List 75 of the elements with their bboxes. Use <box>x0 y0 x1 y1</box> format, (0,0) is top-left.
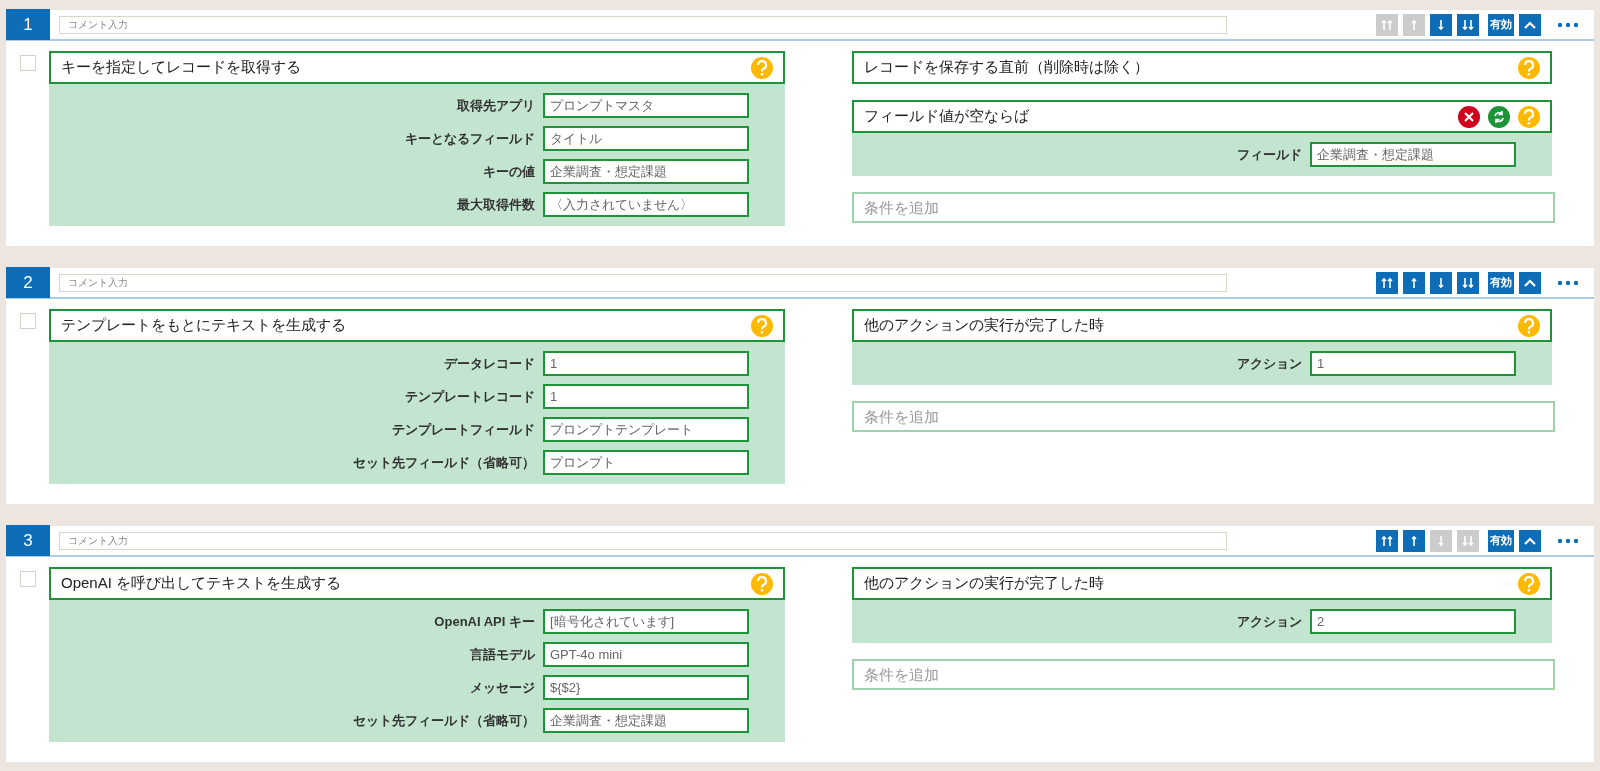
refresh-icon[interactable] <box>1488 105 1510 128</box>
block-number: 2 <box>6 267 50 298</box>
enabled-button[interactable]: 有効 <box>1488 13 1514 36</box>
action-title: キーを指定してレコードを取得する <box>61 57 301 78</box>
input-field[interactable]: 企業調査・想定課題 <box>543 159 749 184</box>
collapse-button[interactable] <box>1519 13 1541 36</box>
move-button[interactable] <box>1403 529 1425 552</box>
move-button[interactable] <box>1376 529 1398 552</box>
input-field[interactable]: プロンプトマスタ <box>543 93 749 118</box>
condition-header[interactable]: フィールド値が空ならば <box>852 100 1552 133</box>
field-label: セット先フィールド（省略可） <box>353 711 535 730</box>
input-field[interactable]: 2 <box>1310 609 1516 634</box>
add-condition-field[interactable]: 条件を追加 <box>852 659 1555 690</box>
move-button[interactable] <box>1457 271 1479 294</box>
move-button[interactable] <box>1430 271 1452 294</box>
checkbox[interactable] <box>20 55 36 71</box>
input-field[interactable]: [暗号化されています] <box>543 609 749 634</box>
delete-icon[interactable] <box>1458 105 1480 128</box>
comment-field[interactable]: コメント入力 <box>59 15 1227 34</box>
add-condition-field[interactable]: 条件を追加 <box>852 401 1555 432</box>
input-field[interactable]: ${$2} <box>543 675 749 700</box>
field-label: データレコード <box>444 354 535 373</box>
field-label: OpenAI API キー <box>434 612 535 631</box>
input-field[interactable]: プロンプトテンプレート <box>543 417 749 442</box>
field-label: キーとなるフィールド <box>405 129 535 148</box>
field-label: アクション <box>1237 354 1302 373</box>
field-label: キーの値 <box>483 162 535 181</box>
action-header[interactable]: キーを指定してレコードを取得する <box>49 51 785 84</box>
add-condition-field[interactable]: 条件を追加 <box>852 192 1555 223</box>
move-button[interactable] <box>1403 271 1425 294</box>
action-title: テンプレートをもとにテキストを生成する <box>61 315 346 336</box>
input-field[interactable]: 企業調査・想定課題 <box>543 708 749 733</box>
condition-header[interactable]: 他のアクションの実行が完了した時 <box>852 567 1552 600</box>
input-field[interactable]: GPT-4o mini <box>543 642 749 667</box>
block-number: 1 <box>6 9 50 40</box>
collapse-button[interactable] <box>1519 529 1541 552</box>
field-label: アクション <box>1237 612 1302 631</box>
enabled-button[interactable]: 有効 <box>1488 529 1514 552</box>
input-field[interactable]: 1 <box>543 384 749 409</box>
collapse-button[interactable] <box>1519 271 1541 294</box>
condition-title: 他のアクションの実行が完了した時 <box>864 573 1104 594</box>
field-label: メッセージ <box>470 678 535 697</box>
move-button[interactable] <box>1430 13 1452 36</box>
ellipsis-icon <box>1557 279 1579 286</box>
input-field[interactable]: 企業調査・想定課題 <box>1310 142 1516 167</box>
field-label: テンプレートレコード <box>405 387 535 406</box>
condition-title: レコードを保存する直前（削除時は除く） <box>864 57 1149 78</box>
field-label: テンプレートフィールド <box>392 420 535 439</box>
block-number: 3 <box>6 525 50 556</box>
comment-field[interactable]: コメント入力 <box>59 531 1227 550</box>
input-field[interactable]: プロンプト <box>543 450 749 475</box>
field-label: 取得先アプリ <box>457 96 535 115</box>
field-label: セット先フィールド（省略可） <box>353 453 535 472</box>
move-button[interactable] <box>1376 271 1398 294</box>
move-button[interactable] <box>1457 13 1479 36</box>
field-label: 言語モデル <box>470 645 535 664</box>
input-field[interactable]: 1 <box>1310 351 1516 376</box>
condition-title: フィールド値が空ならば <box>864 106 1029 127</box>
action-header[interactable]: OpenAI を呼び出してテキストを生成する <box>49 567 785 600</box>
checkbox[interactable] <box>20 571 36 587</box>
input-field[interactable]: 〈入力されていません〉 <box>543 192 749 217</box>
condition-header[interactable]: レコードを保存する直前（削除時は除く） <box>852 51 1552 84</box>
ellipsis-icon <box>1557 537 1579 544</box>
field-label: フィールド <box>1237 145 1302 164</box>
ellipsis-icon <box>1557 21 1579 28</box>
enabled-button[interactable]: 有効 <box>1488 271 1514 294</box>
action-title: OpenAI を呼び出してテキストを生成する <box>61 573 342 594</box>
checkbox[interactable] <box>20 313 36 329</box>
field-label: 最大取得件数 <box>457 195 535 214</box>
condition-header[interactable]: 他のアクションの実行が完了した時 <box>852 309 1552 342</box>
input-field[interactable]: 1 <box>543 351 749 376</box>
action-header[interactable]: テンプレートをもとにテキストを生成する <box>49 309 785 342</box>
condition-title: 他のアクションの実行が完了した時 <box>864 315 1104 336</box>
input-field[interactable]: タイトル <box>543 126 749 151</box>
comment-field[interactable]: コメント入力 <box>59 273 1227 292</box>
